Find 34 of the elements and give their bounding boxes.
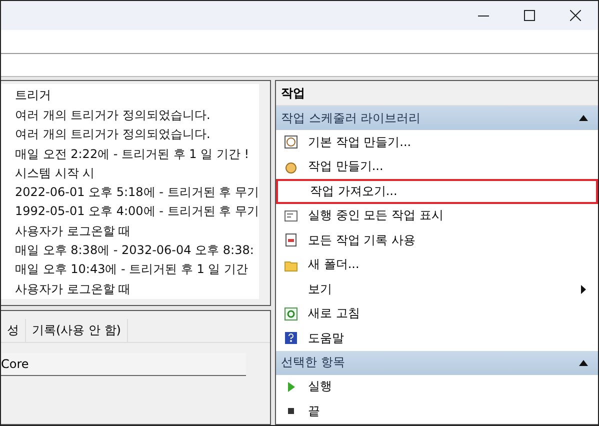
action-item[interactable]: 실행 — [276, 374, 598, 399]
trigger-row[interactable]: 여러 개의 트리거가 정의되었습니다. — [13, 125, 259, 145]
section-header[interactable]: 선택한 항목 — [276, 350, 598, 374]
trigger-row[interactable]: 사용자가 로그온할 때 — [13, 222, 259, 242]
trigger-row[interactable]: 사용자가 로그온할 때 — [13, 280, 259, 299]
collapse-caret-icon[interactable] — [579, 115, 588, 121]
action-item[interactable]: 도움말 — [276, 326, 598, 350]
trigger-row[interactable]: 2022-06-01 오후 5:18에 - 트리거된 후 무기 — [13, 183, 259, 202]
close-icon — [570, 10, 580, 21]
action-item[interactable]: 새 폴더... — [276, 252, 598, 277]
action-item[interactable]: 작업 만들기... — [276, 154, 598, 179]
trigger-row[interactable]: 매일 오전 2:22에 - 트리거된 후 1 일 기간 ! — [13, 144, 259, 164]
text-field[interactable]: Core — [1, 353, 246, 376]
maximize-icon — [524, 10, 534, 21]
submenu-arrow-icon — [581, 284, 586, 294]
panel-title: 작업 — [276, 81, 598, 106]
action-item[interactable]: 새로 고침 — [276, 302, 598, 326]
action-item[interactable]: 끝 — [276, 399, 598, 424]
trigger-row[interactable]: 여러 개의 트리거가 정의되었습니다. — [13, 106, 259, 126]
section-title: 작업 스케줄러 라이브러리 — [281, 110, 421, 126]
action-item[interactable]: 기본 작업 만들기... — [276, 130, 598, 154]
action-item[interactable]: 실행 중인 모든 작업 표시 — [276, 204, 598, 228]
action-item[interactable]: 보기 — [276, 277, 598, 302]
column-header[interactable]: 트리거 — [13, 84, 259, 106]
collapse-caret-icon[interactable] — [579, 360, 588, 366]
action-item[interactable]: 모든 작업 기록 사용 — [276, 228, 598, 252]
section-header[interactable]: 작업 스케줄러 라이브러리 — [276, 106, 598, 130]
trigger-row[interactable]: 시스템 시작 시 — [13, 164, 259, 184]
trigger-row[interactable]: 매일 오후 10:43에 - 트리거된 후 1 일 기간 — [13, 260, 259, 280]
section-title: 선택한 항목 — [281, 354, 345, 371]
help-icon — [284, 331, 298, 346]
trigger-row[interactable]: 1992-05-01 오후 4:00에 - 트리거된 후 무기 — [13, 202, 259, 222]
action-item[interactable]: 작업 가져오기... — [276, 179, 598, 204]
trigger-row[interactable]: 매일 오후 8:38에 - 2032-06-04 오후 8:38: — [13, 241, 259, 260]
